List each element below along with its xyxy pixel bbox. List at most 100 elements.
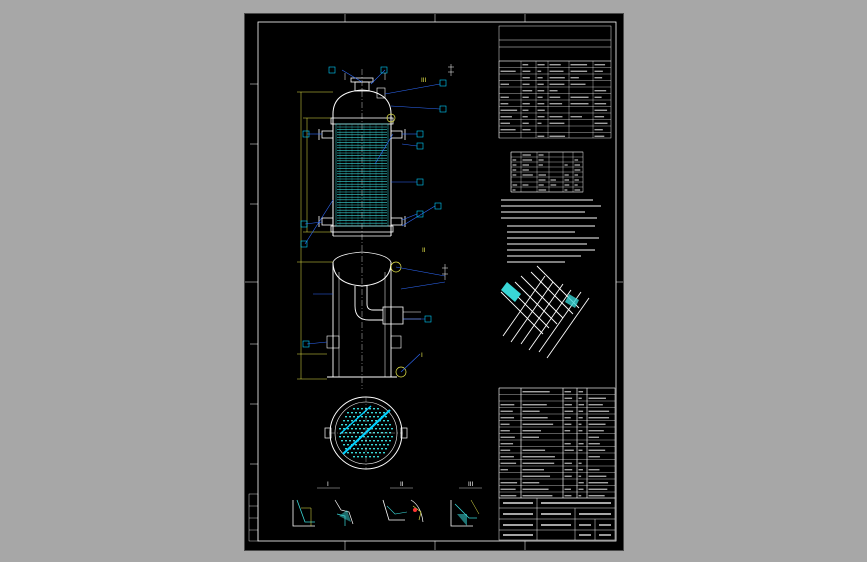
tube-hole (341, 440, 343, 441)
tube-hole (381, 424, 383, 425)
tube-hole (385, 432, 387, 433)
tube-hole (369, 432, 371, 433)
flag-marks (345, 64, 454, 280)
tube-hole (349, 432, 351, 433)
tube-hole (357, 424, 359, 425)
tube-hole (385, 416, 387, 417)
tube-hole (373, 456, 375, 457)
tube-hole (381, 448, 383, 449)
design-data-table (499, 26, 611, 138)
tube-hole (339, 428, 341, 429)
section-mark-ii: II (422, 247, 426, 254)
tube-hole (355, 452, 357, 453)
tube-hole (383, 412, 385, 413)
tube-hole (349, 416, 351, 417)
tube-hole (363, 452, 365, 453)
tube-hole (383, 420, 385, 421)
tube-hole (371, 412, 373, 413)
tube-hole (371, 452, 373, 453)
tube-hole (387, 444, 389, 445)
tube-hole (361, 456, 363, 457)
tube-hole (351, 420, 353, 421)
tube-hole (355, 436, 357, 437)
tube-hole (361, 440, 363, 441)
detail-label-1: I (327, 481, 329, 488)
tube-hole (371, 436, 373, 437)
tube-hole (369, 456, 371, 457)
tube-hole (367, 412, 369, 413)
tube-hole (359, 412, 361, 413)
section-mark-iii: III (421, 77, 427, 84)
tube-hole (355, 444, 357, 445)
tube-hole (361, 448, 363, 449)
tube-hole (359, 428, 361, 429)
tube-hole (347, 412, 349, 413)
tube-hole (385, 448, 387, 449)
tube-hole (361, 432, 363, 433)
parts-list-rows (499, 388, 615, 498)
detail-label-3: III (468, 481, 474, 488)
tube-hole (341, 424, 343, 425)
left-lower-nozzle (322, 218, 333, 225)
tube-hole (367, 444, 369, 445)
tube-hole (353, 408, 355, 409)
tube-hole (373, 432, 375, 433)
tube-hole (377, 408, 379, 409)
tube-hole (379, 412, 381, 413)
tube-hole (375, 436, 377, 437)
tube-hole (351, 412, 353, 413)
tube-hole (353, 416, 355, 417)
tube-hole (377, 448, 379, 449)
tube-hole (385, 424, 387, 425)
detail-views: I II III (293, 481, 482, 526)
tube-hole (381, 440, 383, 441)
tube-hole (383, 444, 385, 445)
tube-hole (345, 416, 347, 417)
detail-label-2: II (400, 481, 404, 488)
drawing-sheet: II I III I II III (244, 13, 624, 551)
callout-tags (301, 67, 446, 347)
tube-hole (343, 444, 345, 445)
tube-hole (359, 452, 361, 453)
tube-hole (369, 416, 371, 417)
tube-hole (351, 452, 353, 453)
tube-hole (389, 424, 391, 425)
right-lower-nozzle (391, 218, 402, 225)
tube-hole (383, 436, 385, 437)
tube-hole (367, 436, 369, 437)
tube-hole (361, 408, 363, 409)
tube-hole (387, 420, 389, 421)
tube-hole (347, 436, 349, 437)
tube-hole (373, 416, 375, 417)
tube-hole (375, 428, 377, 429)
tube-hole (353, 424, 355, 425)
tube-hole (359, 420, 361, 421)
tube-hole (377, 440, 379, 441)
tube-hole (391, 436, 393, 437)
tube-hole (383, 452, 385, 453)
tube-hole (361, 416, 363, 417)
tube-hole (363, 420, 365, 421)
tube-hole (379, 428, 381, 429)
tube-hole (345, 432, 347, 433)
tube-hole (377, 416, 379, 417)
tube-hole (357, 432, 359, 433)
tube-hole (379, 452, 381, 453)
tube-hole (339, 436, 341, 437)
tube-hole (353, 440, 355, 441)
tube-hole (345, 440, 347, 441)
tube-hole (377, 432, 379, 433)
tube-hole (375, 444, 377, 445)
tube-hole (377, 456, 379, 457)
cad-drawing: II I III I II III (245, 14, 623, 550)
tube-hole (369, 424, 371, 425)
design-data-rows (499, 61, 611, 138)
tube-hole (359, 444, 361, 445)
tube-hole (373, 440, 375, 441)
leader-lines (305, 70, 445, 372)
tube-hole (355, 412, 357, 413)
tube-hole (381, 432, 383, 433)
left-upper-nozzle (322, 131, 333, 138)
tube-hole (353, 432, 355, 433)
tube-hole (349, 440, 351, 441)
